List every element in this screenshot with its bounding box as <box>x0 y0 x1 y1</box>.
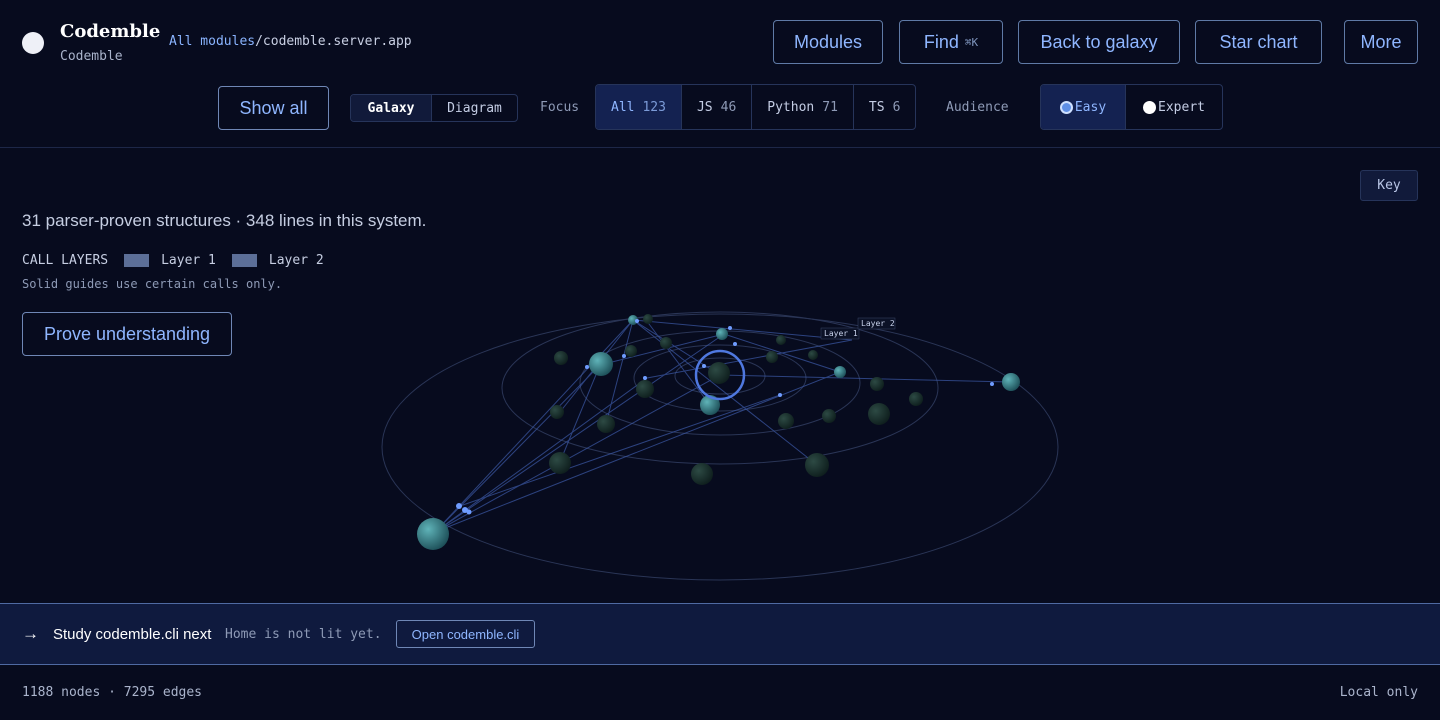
planet-node <box>766 351 778 363</box>
audience-option-easy[interactable]: Easy <box>1041 85 1125 129</box>
focus-label: Focus <box>540 100 580 115</box>
star-chart-button[interactable]: Star chart <box>1195 20 1322 64</box>
open-next-module-button[interactable]: Open codemble.cli <box>396 620 535 648</box>
open-button-label: Open codemble.cli <box>411 626 520 642</box>
focus-all-label: All <box>611 99 635 115</box>
arrow-right-icon: → <box>22 624 39 643</box>
audience-option-expert[interactable]: Expert <box>1125 85 1222 129</box>
planet-node <box>550 405 564 419</box>
focus-python-count: 71 <box>822 99 838 115</box>
modules-button[interactable]: Modules <box>773 20 883 64</box>
planet-node <box>716 328 728 340</box>
audience-label: Audience <box>946 100 1009 115</box>
next-study-note: Home is not lit yet. <box>225 627 382 642</box>
planet-node <box>776 335 786 345</box>
planet-node <box>597 415 615 433</box>
breadcrumb-current: /codemble.server.app <box>255 34 412 49</box>
planet-node <box>822 409 836 423</box>
planet-node <box>417 518 449 550</box>
focus-ts-label: TS <box>868 99 885 115</box>
back-button-label: Back to galaxy <box>1040 31 1158 52</box>
find-button-label: Find <box>923 31 959 52</box>
audience-easy-label: Easy <box>1074 99 1107 115</box>
planet-node <box>549 452 571 474</box>
next-study-title: Study codemble.cli next <box>53 626 212 643</box>
planet-node <box>625 345 637 357</box>
focus-option-python[interactable]: Python 71 <box>751 85 853 129</box>
focus-option-all[interactable]: All 123 <box>596 85 681 129</box>
star-chart-button-label: Star chart <box>1219 31 1298 52</box>
galaxy-canvas[interactable]: Layer 1 Layer 2 <box>0 150 1440 600</box>
planet-node <box>909 392 923 406</box>
graph-stats: 1188 nodes · 7295 edges <box>22 685 203 700</box>
planet-node <box>643 314 653 324</box>
planet-node <box>868 403 890 425</box>
focus-python-label: Python <box>767 99 815 115</box>
galaxy-layer-1-tag: Layer 1 <box>824 329 858 338</box>
tab-diagram[interactable]: Diagram <box>431 95 517 121</box>
breadcrumb: All modules/codemble.server.app <box>169 34 412 49</box>
signal-sparks <box>456 319 994 515</box>
focus-ts-count: 6 <box>892 99 901 115</box>
planet-node <box>808 350 818 360</box>
show-all-label: Show all <box>239 97 308 118</box>
planet-node <box>834 366 846 378</box>
planet-node <box>708 362 730 384</box>
breadcrumb-all-modules-link[interactable]: All modules <box>169 34 255 49</box>
radio-checked-icon <box>1059 100 1073 114</box>
brand-title: Codemble <box>60 21 161 42</box>
find-shortcut-hint: ⌘K <box>964 35 979 49</box>
focus-option-js[interactable]: JS 46 <box>680 85 751 129</box>
header-divider <box>0 147 1440 148</box>
brand-subtitle: Codemble <box>60 49 123 64</box>
more-button-label: More <box>1360 31 1402 52</box>
planet-node <box>778 413 794 429</box>
radio-unchecked-icon <box>1143 100 1157 114</box>
focus-all-count: 123 <box>642 99 666 115</box>
find-button[interactable]: Find ⌘K <box>899 20 1003 64</box>
logo-icon <box>22 32 44 54</box>
next-study-bar: → Study codemble.cli next Home is not li… <box>0 603 1440 665</box>
view-toggle: Galaxy Diagram <box>350 94 518 122</box>
focus-option-ts[interactable]: TS 6 <box>852 85 915 129</box>
planet-node <box>870 377 884 391</box>
planet-node <box>805 453 829 477</box>
more-button[interactable]: More <box>1344 20 1418 64</box>
focus-js-count: 46 <box>720 99 737 115</box>
galaxy-layer-2-tag: Layer 2 <box>861 319 895 328</box>
planet-node <box>1002 373 1020 391</box>
planet-node <box>660 337 672 349</box>
audience-toggle: Easy Expert <box>1040 84 1223 130</box>
focus-js-label: JS <box>696 99 713 115</box>
planet-node <box>636 380 654 398</box>
mode-indicator: Local only <box>1339 685 1418 700</box>
planet-node <box>691 463 713 485</box>
tab-galaxy[interactable]: Galaxy <box>351 95 431 121</box>
planets <box>417 314 1020 550</box>
planet-node <box>589 352 613 376</box>
focus-filter: All 123 JS 46 Python 71 TS 6 <box>595 84 917 130</box>
show-all-button[interactable]: Show all <box>218 86 329 130</box>
audience-expert-label: Expert <box>1158 99 1205 115</box>
modules-button-label: Modules <box>793 31 863 52</box>
back-to-galaxy-button[interactable]: Back to galaxy <box>1018 20 1180 64</box>
planet-node <box>554 351 568 365</box>
